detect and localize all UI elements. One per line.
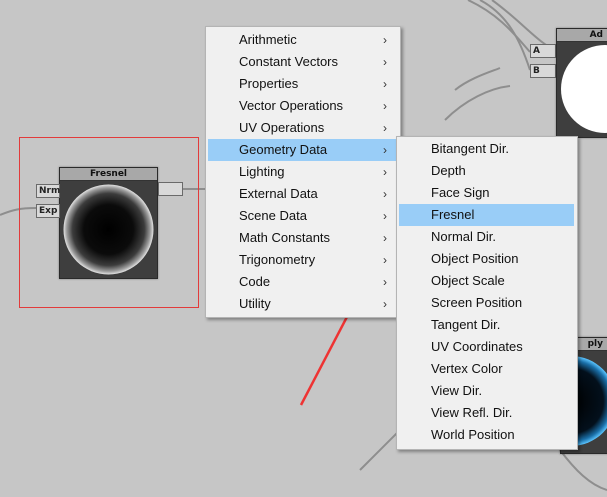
chevron-right-icon: › — [383, 297, 387, 311]
chevron-right-icon: › — [383, 121, 387, 135]
menu-item-label: Scene Data — [239, 208, 307, 223]
submenu-item-face-sign[interactable]: Face Sign — [399, 182, 574, 204]
menu-item-math-constants[interactable]: Math Constants › — [208, 227, 397, 249]
fresnel-node[interactable]: Fresnel — [59, 167, 158, 279]
menu-item-label: Lighting — [239, 164, 285, 179]
add-node-title: Ad — [557, 29, 607, 42]
menu-item-scene-data[interactable]: Scene Data › — [208, 205, 397, 227]
menu-item-label: Math Constants — [239, 230, 331, 245]
menu-item-lighting[interactable]: Lighting › — [208, 161, 397, 183]
submenu-item-object-scale[interactable]: Object Scale — [399, 270, 574, 292]
menu-item-uv-operations[interactable]: UV Operations › — [208, 117, 397, 139]
menu-item-geometry-data[interactable]: Geometry Data › — [208, 139, 397, 161]
fresnel-output[interactable] — [158, 182, 183, 196]
submenu-item-label: Vertex Color — [431, 361, 503, 376]
add-node[interactable]: Ad — [556, 28, 607, 138]
submenu-item-label: Depth — [431, 163, 466, 178]
geometry-data-submenu: Bitangent Dir. Depth Face Sign Fresnel Norma… — [396, 136, 578, 450]
submenu-item-tangent-dir[interactable]: Tangent Dir. — [399, 314, 574, 336]
chevron-right-icon: › — [383, 33, 387, 47]
menu-item-label: Properties — [239, 76, 299, 91]
submenu-item-label: Normal Dir. — [431, 229, 497, 244]
menu-item-external-data[interactable]: External Data › — [208, 183, 397, 205]
submenu-item-label: Object Position — [431, 251, 519, 266]
menu-item-label: Trigonometry — [239, 252, 316, 267]
chevron-right-icon: › — [383, 165, 387, 179]
submenu-item-vertex-color[interactable]: Vertex Color — [399, 358, 574, 380]
submenu-item-depth[interactable]: Depth — [399, 160, 574, 182]
wire — [491, 0, 557, 51]
submenu-item-label: Screen Position — [431, 295, 523, 310]
fresnel-input-nrm[interactable]: Nrm — [36, 184, 60, 198]
menu-item-label: External Data — [239, 186, 318, 201]
chevron-right-icon: › — [383, 209, 387, 223]
chevron-right-icon: › — [383, 55, 387, 69]
submenu-item-label: Object Scale — [431, 273, 505, 288]
submenu-item-label: Fresnel — [431, 207, 475, 222]
chevron-right-icon: › — [383, 143, 387, 157]
submenu-item-view-refl-dir[interactable]: View Refl. Dir. — [399, 402, 574, 424]
menu-item-label: Vector Operations — [239, 98, 344, 113]
submenu-item-label: View Refl. Dir. — [431, 405, 513, 420]
node-category-menu: Arithmetic › Constant Vectors › Properties › V… — [205, 26, 401, 318]
submenu-item-normal-dir[interactable]: Normal Dir. — [399, 226, 574, 248]
add-input-a[interactable]: A — [530, 44, 556, 58]
menu-item-properties[interactable]: Properties › — [208, 73, 397, 95]
menu-item-trigonometry[interactable]: Trigonometry › — [208, 249, 397, 271]
menu-item-code[interactable]: Code › — [208, 271, 397, 293]
chevron-right-icon: › — [383, 99, 387, 113]
submenu-item-world-position[interactable]: World Position — [399, 424, 574, 446]
chevron-right-icon: › — [383, 187, 387, 201]
menu-item-constant-vectors[interactable]: Constant Vectors › — [208, 51, 397, 73]
submenu-item-bitangent-dir[interactable]: Bitangent Dir. — [399, 138, 574, 160]
submenu-item-label: Tangent Dir. — [431, 317, 501, 332]
menu-item-label: Constant Vectors — [239, 54, 338, 69]
submenu-item-view-dir[interactable]: View Dir. — [399, 380, 574, 402]
fresnel-input-exp[interactable]: Exp — [36, 204, 60, 218]
submenu-item-label: Face Sign — [431, 185, 490, 200]
wire — [454, 67, 501, 91]
submenu-item-label: UV Coordinates — [431, 339, 523, 354]
menu-item-label: Arithmetic — [239, 32, 297, 47]
menu-item-label: UV Operations — [239, 120, 325, 135]
submenu-item-object-position[interactable]: Object Position — [399, 248, 574, 270]
chevron-right-icon: › — [383, 231, 387, 245]
menu-item-label: Utility — [239, 296, 271, 311]
fresnel-node-title: Fresnel — [60, 168, 157, 181]
menu-item-vector-operations[interactable]: Vector Operations › — [208, 95, 397, 117]
menu-item-arithmetic[interactable]: Arithmetic › — [208, 29, 397, 51]
submenu-item-fresnel[interactable]: Fresnel — [399, 204, 574, 226]
submenu-item-label: View Dir. — [431, 383, 483, 398]
wire — [559, 449, 607, 491]
menu-item-utility[interactable]: Utility › — [208, 293, 397, 315]
submenu-item-label: Bitangent Dir. — [431, 141, 510, 156]
menu-item-label: Code — [239, 274, 271, 289]
chevron-right-icon: › — [383, 253, 387, 267]
add-node-preview — [557, 42, 607, 137]
wire — [444, 85, 511, 121]
submenu-item-screen-position[interactable]: Screen Position — [399, 292, 574, 314]
submenu-item-label: World Position — [431, 427, 515, 442]
chevron-right-icon: › — [383, 77, 387, 91]
submenu-item-uv-coordinates[interactable]: UV Coordinates — [399, 336, 574, 358]
chevron-right-icon: › — [383, 275, 387, 289]
menu-item-label: Geometry Data — [239, 142, 328, 157]
fresnel-node-preview — [60, 181, 157, 278]
add-input-b[interactable]: B — [530, 64, 556, 78]
